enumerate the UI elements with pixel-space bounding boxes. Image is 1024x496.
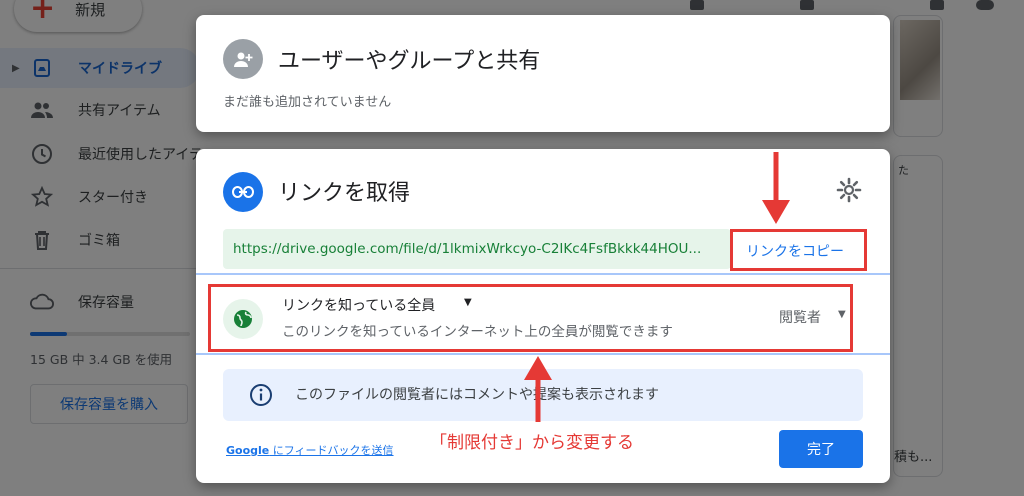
person-add-icon [223, 39, 263, 79]
divider [196, 353, 890, 355]
done-button[interactable]: 完了 [779, 430, 863, 468]
link-icon [223, 172, 263, 212]
get-link-title: リンクを取得 [278, 181, 411, 206]
info-text: このファイルの閲覧者にはコメントや提案も表示されます [295, 387, 659, 403]
annotation-text: 「制限付き」から変更する [430, 433, 634, 453]
access-highlight-box [208, 284, 853, 352]
feedback-brand: Google [226, 444, 270, 457]
share-dialog-title: ユーザーやグループと共有 [278, 49, 541, 74]
feedback-text: にフィードバックを送信 [269, 444, 394, 457]
arrow-up-icon [524, 356, 552, 422]
share-url-field[interactable]: https://drive.google.com/file/d/1lkmixWr… [223, 229, 731, 269]
send-feedback-link[interactable]: Google にフィードバックを送信 [226, 442, 394, 458]
info-icon [249, 383, 273, 407]
gear-icon[interactable] [836, 177, 862, 203]
share-dialog-subtitle: まだ誰も追加されていません [223, 95, 392, 110]
copy-link-highlight-box [730, 229, 867, 271]
arrow-down-icon [762, 152, 790, 224]
share-dialog: ユーザーやグループと共有 まだ誰も追加されていません [196, 15, 890, 132]
divider [196, 273, 890, 275]
